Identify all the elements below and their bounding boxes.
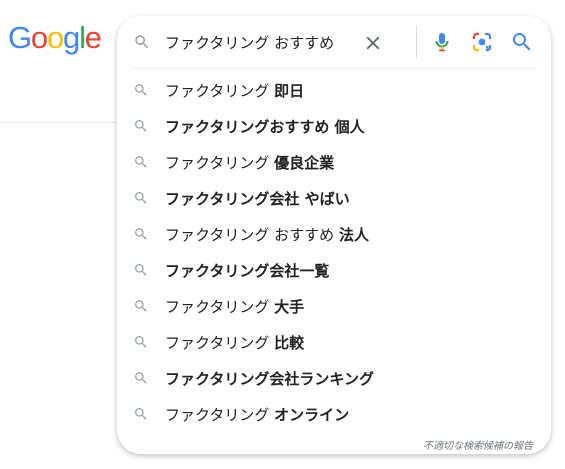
suggestion-completion: 法人 bbox=[338, 225, 369, 244]
google-logo[interactable]: Google bbox=[8, 20, 102, 55]
suggestion-completion: ファクタリング会社 やばい bbox=[165, 189, 350, 208]
suggestion-label: ファクタリング おすすめ 法人 bbox=[165, 224, 369, 245]
suggestion-label: ファクタリングおすすめ 個人 bbox=[165, 116, 365, 137]
suggestion-item[interactable]: ファクタリング 優良企業 bbox=[117, 144, 551, 180]
toolbar-divider bbox=[416, 26, 417, 58]
search-icon bbox=[135, 120, 147, 132]
suggestion-prefix: ファクタリング bbox=[165, 297, 275, 316]
suggestion-divider bbox=[131, 68, 537, 69]
suggestion-item[interactable]: ファクタリング 比較 bbox=[117, 324, 551, 360]
suggestion-item[interactable]: ファクタリング 即日 bbox=[117, 72, 551, 108]
suggestion-label: ファクタリング 即日 bbox=[165, 80, 304, 101]
search-bar bbox=[117, 16, 551, 68]
search-icon bbox=[135, 156, 147, 168]
camera-lens-icon[interactable] bbox=[470, 30, 494, 54]
logo-letter: o bbox=[46, 20, 64, 55]
suggestion-completion: ファクタリングおすすめ 個人 bbox=[165, 117, 365, 136]
suggestion-item[interactable]: ファクタリングおすすめ 個人 bbox=[117, 108, 551, 144]
search-icon bbox=[135, 372, 147, 384]
suggestion-label: ファクタリング 優良企業 bbox=[165, 152, 334, 173]
suggestion-completion: ファクタリング会社一覧 bbox=[165, 261, 330, 280]
microphone-icon[interactable] bbox=[430, 30, 454, 54]
suggestion-label: ファクタリング会社 やばい bbox=[165, 188, 350, 209]
suggestion-label: ファクタリング会社ランキング bbox=[165, 368, 374, 389]
logo-letter: e bbox=[84, 20, 102, 55]
suggestion-prefix: ファクタリング bbox=[165, 405, 275, 424]
suggestion-item[interactable]: ファクタリング会社一覧 bbox=[117, 252, 551, 288]
suggestion-label: ファクタリング 比較 bbox=[165, 332, 304, 353]
suggestion-prefix: ファクタリング bbox=[165, 153, 275, 172]
suggestion-item[interactable]: ファクタリング 大手 bbox=[117, 288, 551, 324]
suggestion-item[interactable]: ファクタリング会社ランキング bbox=[117, 360, 551, 396]
suggestion-prefix: ファクタリング おすすめ bbox=[165, 225, 339, 244]
suggestion-completion: 比較 bbox=[274, 333, 305, 352]
suggestion-completion: 大手 bbox=[274, 297, 305, 316]
suggestion-prefix: ファクタリング bbox=[165, 81, 275, 100]
suggestion-completion: 優良企業 bbox=[274, 153, 335, 172]
logo-letter: o bbox=[30, 20, 48, 55]
search-icon bbox=[135, 336, 147, 348]
close-icon[interactable] bbox=[362, 32, 384, 54]
suggestion-completion: ファクタリング会社ランキング bbox=[165, 369, 374, 388]
suggestion-label: ファクタリング 大手 bbox=[165, 296, 304, 317]
search-icon bbox=[135, 264, 147, 276]
search-icon bbox=[135, 35, 149, 49]
search-icon bbox=[135, 300, 147, 312]
search-icon bbox=[135, 228, 147, 240]
suggestion-item[interactable]: ファクタリング オンライン bbox=[117, 396, 551, 432]
search-icon bbox=[135, 192, 147, 204]
suggestion-item[interactable]: ファクタリング おすすめ 法人 bbox=[117, 216, 551, 252]
search-input[interactable] bbox=[165, 30, 365, 54]
search-button[interactable] bbox=[510, 30, 534, 54]
suggestion-prefix: ファクタリング bbox=[165, 333, 275, 352]
search-panel: ファクタリング 即日 ファクタリングおすすめ 個人 ファクタリング 優良企業 フ… bbox=[117, 16, 551, 454]
search-icon bbox=[135, 408, 147, 420]
suggestion-list: ファクタリング 即日 ファクタリングおすすめ 個人 ファクタリング 優良企業 フ… bbox=[117, 72, 551, 432]
suggestion-item[interactable]: ファクタリング会社 やばい bbox=[117, 180, 551, 216]
suggestion-completion: 即日 bbox=[274, 81, 305, 100]
logo-letter: g bbox=[63, 20, 80, 55]
logo-letter: G bbox=[8, 20, 32, 55]
report-inappropriate-predictions-link[interactable]: 不適切な検索候補の報告 bbox=[423, 437, 533, 452]
search-icon bbox=[135, 84, 147, 96]
header-divider bbox=[0, 122, 125, 123]
suggestion-label: ファクタリング オンライン bbox=[165, 404, 349, 425]
suggestion-label: ファクタリング会社一覧 bbox=[165, 260, 329, 281]
suggestion-completion: オンライン bbox=[274, 405, 350, 424]
